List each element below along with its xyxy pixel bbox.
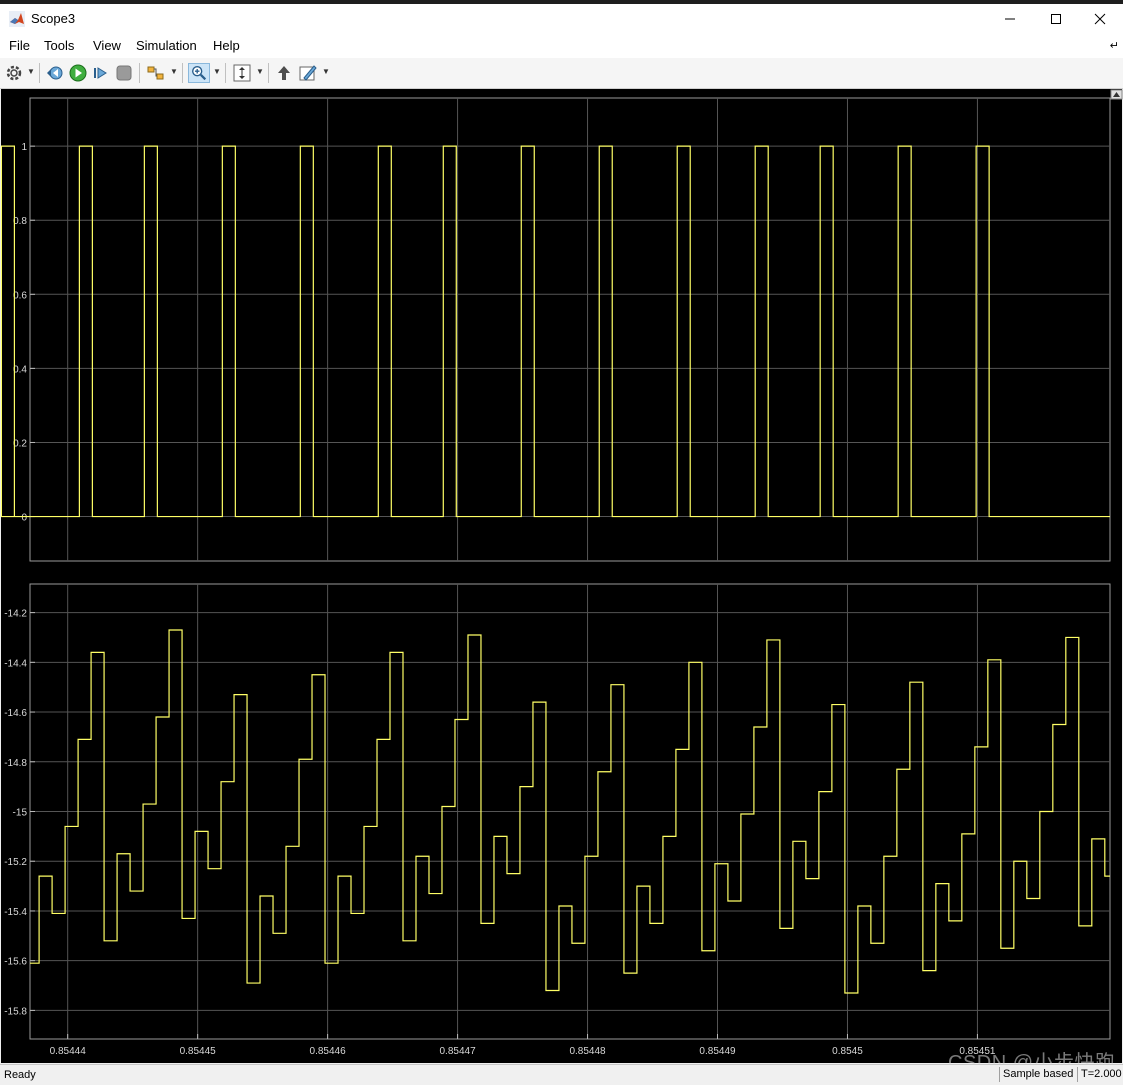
axes-top-frame <box>29 97 1111 562</box>
x-tick-label: 0.85447 <box>440 1046 477 1057</box>
y-tick-label: -15.8 <box>4 1006 27 1017</box>
status-bar: Ready Sample based T=2.000 <box>0 1064 1123 1085</box>
y-tick-label: -14.8 <box>4 758 27 769</box>
x-tick-label: 0.85445 <box>180 1046 217 1057</box>
y-tick-label: -14.6 <box>4 708 27 719</box>
x-tick-label: 0.85446 <box>310 1046 347 1057</box>
y-tick-label: -14.4 <box>4 658 27 669</box>
sim-time-label: T=2.000 <box>1077 1067 1123 1082</box>
x-tick-label: 0.85449 <box>699 1046 736 1057</box>
scope-plots: 0 0.2 0.4 0.6 0.8 1 -15.8 -15.6 -15.4 -15.2 -15 -1… <box>0 89 1123 1057</box>
xticks-bottom: 0.85444 0.85445 0.85446 0.85447 0.85448 0.854… <box>50 1034 996 1057</box>
x-tick-label: 0.85444 <box>50 1046 87 1057</box>
y-tick-label: -15.2 <box>4 857 27 868</box>
yticks-top: 0 0.2 0.4 0.6 0.8 1 <box>13 142 35 524</box>
y-tick-label: 0.2 <box>13 438 27 449</box>
y-tick-label: -15 <box>13 808 28 819</box>
y-tick-label: 1 <box>21 142 27 153</box>
signal-trace-top <box>0 145 1110 518</box>
x-tick-label: 0.8545 <box>832 1046 863 1057</box>
status-text: Ready <box>4 1069 36 1081</box>
x-tick-label: 0.85448 <box>569 1046 606 1057</box>
y-tick-label: 0.6 <box>13 290 27 301</box>
y-tick-label: -15.6 <box>4 957 27 968</box>
y-tick-label: 0.4 <box>13 364 27 375</box>
grid-bottom <box>30 584 1110 1039</box>
y-tick-label: -15.4 <box>4 907 27 918</box>
sample-mode-label: Sample based <box>999 1067 1077 1082</box>
grid-top <box>30 98 1110 561</box>
y-tick-label: 0 <box>21 513 27 524</box>
y-tick-label: -14.2 <box>4 609 27 620</box>
y-tick-label: 0.8 <box>13 216 27 227</box>
